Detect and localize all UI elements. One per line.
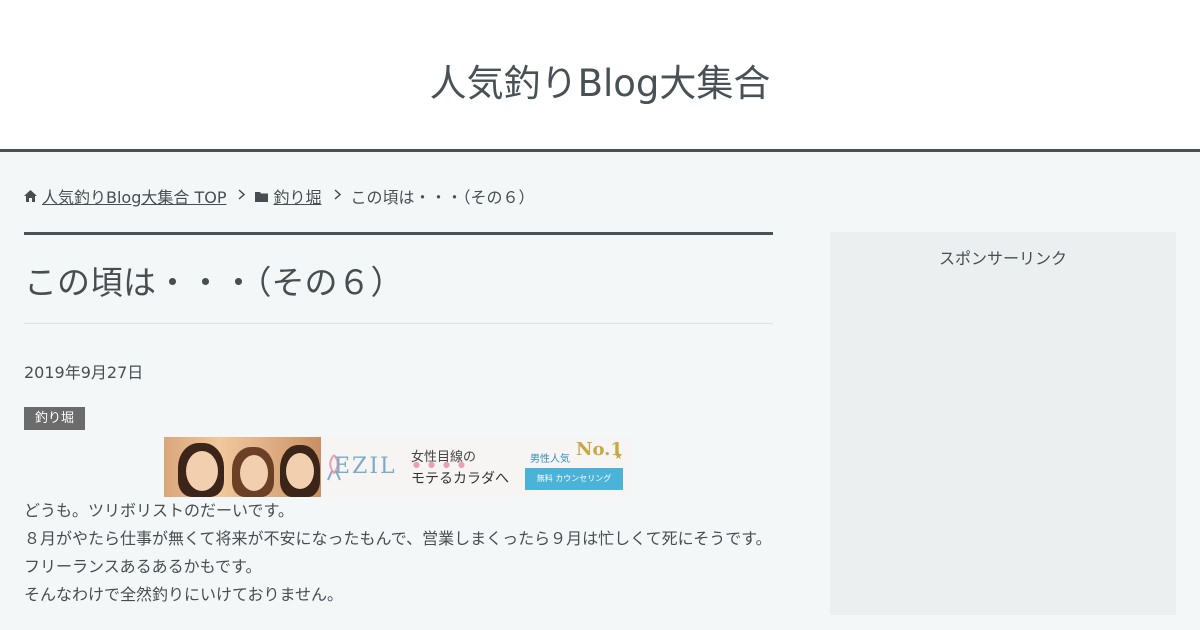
banner-rank-label: 男性人気 bbox=[530, 454, 570, 465]
paragraph: フリーランスあるあるかもです。 bbox=[24, 557, 262, 576]
banner-logo: EZIL bbox=[334, 454, 397, 479]
banner-copy-line2: モテるカラダへ bbox=[411, 471, 509, 487]
home-icon bbox=[24, 187, 37, 206]
paragraph: ８月がやたら仕事が無くて将来が不安になったもんで、営業しまくったら９月は忙しくて… bbox=[24, 529, 772, 548]
post-date: 2019年9月27日 bbox=[24, 363, 144, 382]
breadcrumb-current: この頃は・・・（その６） bbox=[350, 188, 535, 207]
breadcrumb: 人気釣りBlog大集合 TOP 釣り堀 この頃は・・・（その６） bbox=[24, 185, 535, 207]
article: この頃は・・・（その６） 2019年9月27日 釣り堀 bbox=[24, 232, 773, 430]
category-badge[interactable]: 釣り堀 bbox=[24, 407, 86, 430]
chevron-right-icon bbox=[333, 188, 341, 204]
banner-photo bbox=[164, 437, 321, 497]
breadcrumb-home-link[interactable]: 人気釣りBlog大集合 TOP bbox=[42, 184, 226, 208]
post-title: この頃は・・・（その６） bbox=[24, 263, 404, 302]
paragraph: どうも。ツリボリストのだーいです。 bbox=[24, 501, 294, 520]
ad-banner[interactable]: EZIL 女性目線の ●●●● モテるカラダへ 男性人気 No.1 ★ 無料 カ… bbox=[164, 437, 632, 497]
sidebar: スポンサーリンク bbox=[830, 232, 1176, 615]
post-body: どうも。ツリボリストのだーいです。 ８月がやたら仕事が無くて将来が不安になったも… bbox=[24, 497, 773, 609]
site-title[interactable]: 人気釣りBlog大集合 bbox=[0, 60, 1200, 108]
site-header: 人気釣りBlog大集合 bbox=[0, 0, 1200, 152]
chevron-right-icon bbox=[238, 188, 246, 204]
sponsor-label: スポンサーリンク bbox=[938, 249, 1067, 268]
paragraph: そんなわけで全然釣りにいけておりません。 bbox=[24, 585, 344, 604]
star-icon: ★ bbox=[614, 451, 623, 462]
folder-icon bbox=[255, 187, 269, 206]
title-rule bbox=[24, 232, 773, 235]
breadcrumb-category-link[interactable]: 釣り堀 bbox=[273, 184, 321, 208]
divider bbox=[24, 323, 773, 324]
banner-cta-button[interactable]: 無料 カウンセリング bbox=[525, 468, 623, 490]
